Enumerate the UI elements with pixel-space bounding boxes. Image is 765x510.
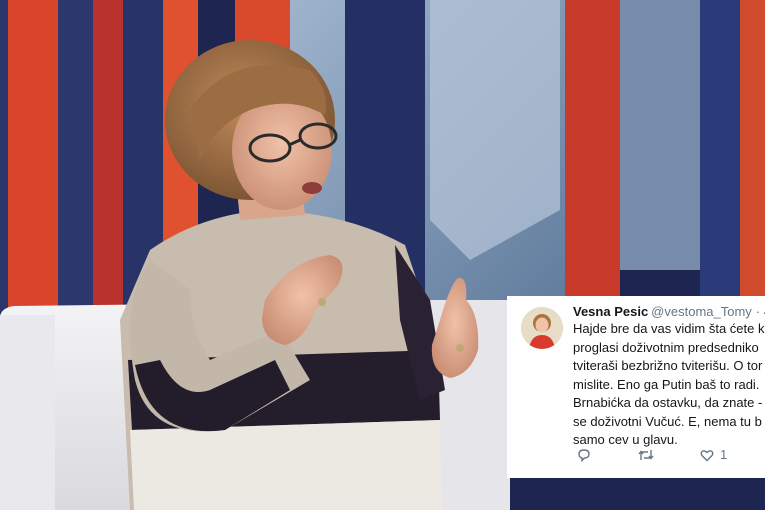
tweet-header: Vesna Pesic@vestoma_Tomy· 4 [573, 304, 765, 320]
reply-icon [578, 449, 590, 463]
like-count: 1 [720, 447, 728, 462]
tweet-card: Vesna Pesic@vestoma_Tomy· 4 Hajde bre da… [507, 296, 765, 478]
reply-button[interactable] [576, 447, 592, 463]
retweet-icon [638, 450, 654, 460]
avatar [521, 307, 563, 349]
tweet-time: · 4 [755, 304, 765, 319]
tweet-line: proglasi doživotnim predsedniko [573, 339, 759, 355]
like-button[interactable]: 1 [699, 447, 727, 463]
tweet-actions: 1 [573, 447, 765, 465]
tweet-line: Hajde bre da vas vidim šta ćete k [573, 321, 765, 336]
tweet-line: Brnabićka da ostavku, da znate - [573, 395, 763, 410]
tweet-line: tviteraši bezbrižno tviterišu. O tor [573, 358, 763, 373]
tweet-text: Hajde bre da vas vidim šta ćete k progla… [573, 320, 765, 450]
author-name[interactable]: Vesna Pesic [573, 304, 648, 319]
heart-icon [700, 450, 714, 462]
retweet-button[interactable] [637, 447, 655, 463]
tweet-line: mislite. Eno ga Putin baš to radi. [573, 376, 760, 392]
tweet-line: se doživotni Vučuć. E, nema tu b [573, 413, 762, 429]
author-handle[interactable]: @vestoma_Tomy [651, 304, 752, 319]
